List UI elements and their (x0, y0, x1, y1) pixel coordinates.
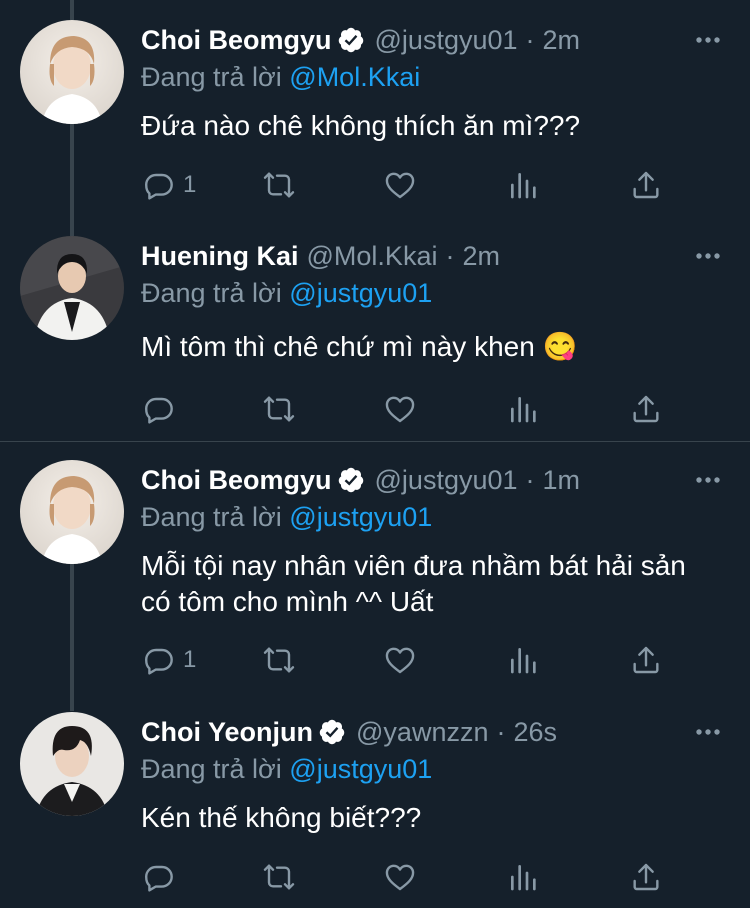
display-name[interactable]: Choi Beomgyu (141, 25, 332, 56)
tweet-header: Choi Beomgyu @justgyu01 · 1m (141, 460, 580, 500)
share-button[interactable] (630, 165, 662, 205)
analytics-button[interactable] (507, 640, 539, 680)
replying-to-handle[interactable]: @justgyu01 (289, 754, 432, 784)
reply-button[interactable]: 1 (143, 165, 196, 205)
tweet-header: Huening Kai @Mol.Kkai · 2m (141, 236, 500, 276)
tweet-text: Đứa nào chê không thích ăn mì??? (141, 110, 581, 141)
retweet-icon (262, 169, 296, 201)
like-button[interactable] (384, 640, 416, 680)
replying-to-handle[interactable]: @Mol.Kkai (289, 62, 420, 92)
more-icon[interactable] (694, 30, 722, 50)
analytics-icon (507, 644, 539, 676)
analytics-icon (507, 861, 539, 893)
reply-button[interactable] (143, 389, 183, 429)
replying-to-handle[interactable]: @justgyu01 (289, 502, 432, 532)
reply-icon (143, 861, 175, 893)
replying-to-label: Đang trả lời (141, 62, 282, 92)
retweet-icon (262, 644, 296, 676)
handle[interactable]: @justgyu01 (375, 465, 518, 496)
display-name[interactable]: Choi Yeonjun (141, 717, 313, 748)
retweet-icon (262, 393, 296, 425)
replying-to-label: Đang trả lời (141, 754, 282, 784)
replying-to: Đang trả lời @justgyu01 (141, 754, 432, 785)
display-name[interactable]: Choi Beomgyu (141, 465, 332, 496)
like-button[interactable] (384, 857, 416, 897)
avatar[interactable] (20, 20, 124, 124)
retweet-button[interactable] (262, 857, 296, 897)
reply-button[interactable]: 1 (143, 640, 196, 680)
share-button[interactable] (630, 389, 662, 429)
replying-to-label: Đang trả lời (141, 278, 282, 308)
retweet-button[interactable] (262, 389, 296, 429)
verified-icon (337, 26, 365, 54)
tweet[interactable]: Choi Yeonjun @yawnzzn · 26s Đang trả lời… (0, 712, 750, 908)
tweet-actions (141, 857, 681, 897)
handle[interactable]: @Mol.Kkai (307, 241, 438, 272)
separator: · (445, 240, 455, 271)
tweet-text: Mì tôm thì chê chứ mì này khen 😋 (141, 331, 578, 362)
analytics-icon (507, 393, 539, 425)
tweet-header: Choi Yeonjun @yawnzzn · 26s (141, 712, 557, 752)
more-icon[interactable] (694, 246, 722, 266)
tweet[interactable]: Choi Beomgyu @justgyu01 · 1m Đang trả lờ… (0, 460, 750, 690)
tweet-actions: 1 (141, 640, 681, 680)
timestamp[interactable]: 2m (462, 241, 500, 272)
tweet-header: Choi Beomgyu @justgyu01 · 2m (141, 20, 580, 60)
replying-to: Đang trả lời @Mol.Kkai (141, 62, 420, 93)
avatar[interactable] (20, 236, 124, 340)
reply-icon (143, 169, 175, 201)
like-icon (384, 393, 416, 425)
handle[interactable]: @yawnzzn (356, 717, 488, 748)
share-icon (630, 169, 662, 201)
analytics-button[interactable] (507, 165, 539, 205)
share-button[interactable] (630, 640, 662, 680)
analytics-button[interactable] (507, 857, 539, 897)
handle[interactable]: @justgyu01 (375, 25, 518, 56)
like-button[interactable] (384, 165, 416, 205)
display-name[interactable]: Huening Kai (141, 241, 299, 272)
tweet[interactable]: Choi Beomgyu @justgyu01 · 2m Đang trả lờ… (0, 20, 750, 220)
reply-button[interactable] (143, 857, 183, 897)
like-button[interactable] (384, 389, 416, 429)
reply-icon (143, 393, 175, 425)
verified-icon (337, 466, 365, 494)
like-icon (384, 169, 416, 201)
tweet[interactable]: Huening Kai @Mol.Kkai · 2m Đang trả lời … (0, 236, 750, 436)
reply-count: 1 (183, 171, 197, 198)
separator: · (496, 716, 506, 747)
timestamp[interactable]: 1m (543, 465, 581, 496)
thread-line (70, 0, 74, 20)
like-icon (384, 644, 416, 676)
more-icon[interactable] (694, 470, 722, 490)
share-button[interactable] (630, 857, 662, 897)
more-icon[interactable] (694, 722, 722, 742)
share-icon (630, 861, 662, 893)
replying-to-handle[interactable]: @justgyu01 (289, 278, 432, 308)
replying-to: Đang trả lời @justgyu01 (141, 502, 432, 533)
share-icon (630, 393, 662, 425)
tweet-text: Kén thế không biết??? (141, 802, 422, 833)
analytics-icon (507, 169, 539, 201)
replying-to-label: Đang trả lời (141, 502, 282, 532)
tweet-text: Mỗi tội nay nhân viên đưa nhầm bát hải s… (141, 550, 686, 617)
avatar[interactable] (20, 712, 124, 816)
like-icon (384, 861, 416, 893)
separator: · (525, 24, 535, 55)
reply-count: 1 (183, 646, 197, 673)
retweet-icon (262, 861, 296, 893)
retweet-button[interactable] (262, 165, 296, 205)
share-icon (630, 644, 662, 676)
retweet-button[interactable] (262, 640, 296, 680)
avatar[interactable] (20, 460, 124, 564)
verified-icon (318, 718, 346, 746)
conversation-divider (0, 441, 750, 442)
analytics-button[interactable] (507, 389, 539, 429)
reply-icon (143, 644, 175, 676)
tweet-actions: 1 (141, 165, 681, 205)
tweet-actions (141, 389, 681, 429)
timestamp[interactable]: 2m (543, 25, 581, 56)
separator: · (525, 464, 535, 495)
replying-to: Đang trả lời @justgyu01 (141, 278, 432, 309)
timestamp[interactable]: 26s (513, 717, 557, 748)
